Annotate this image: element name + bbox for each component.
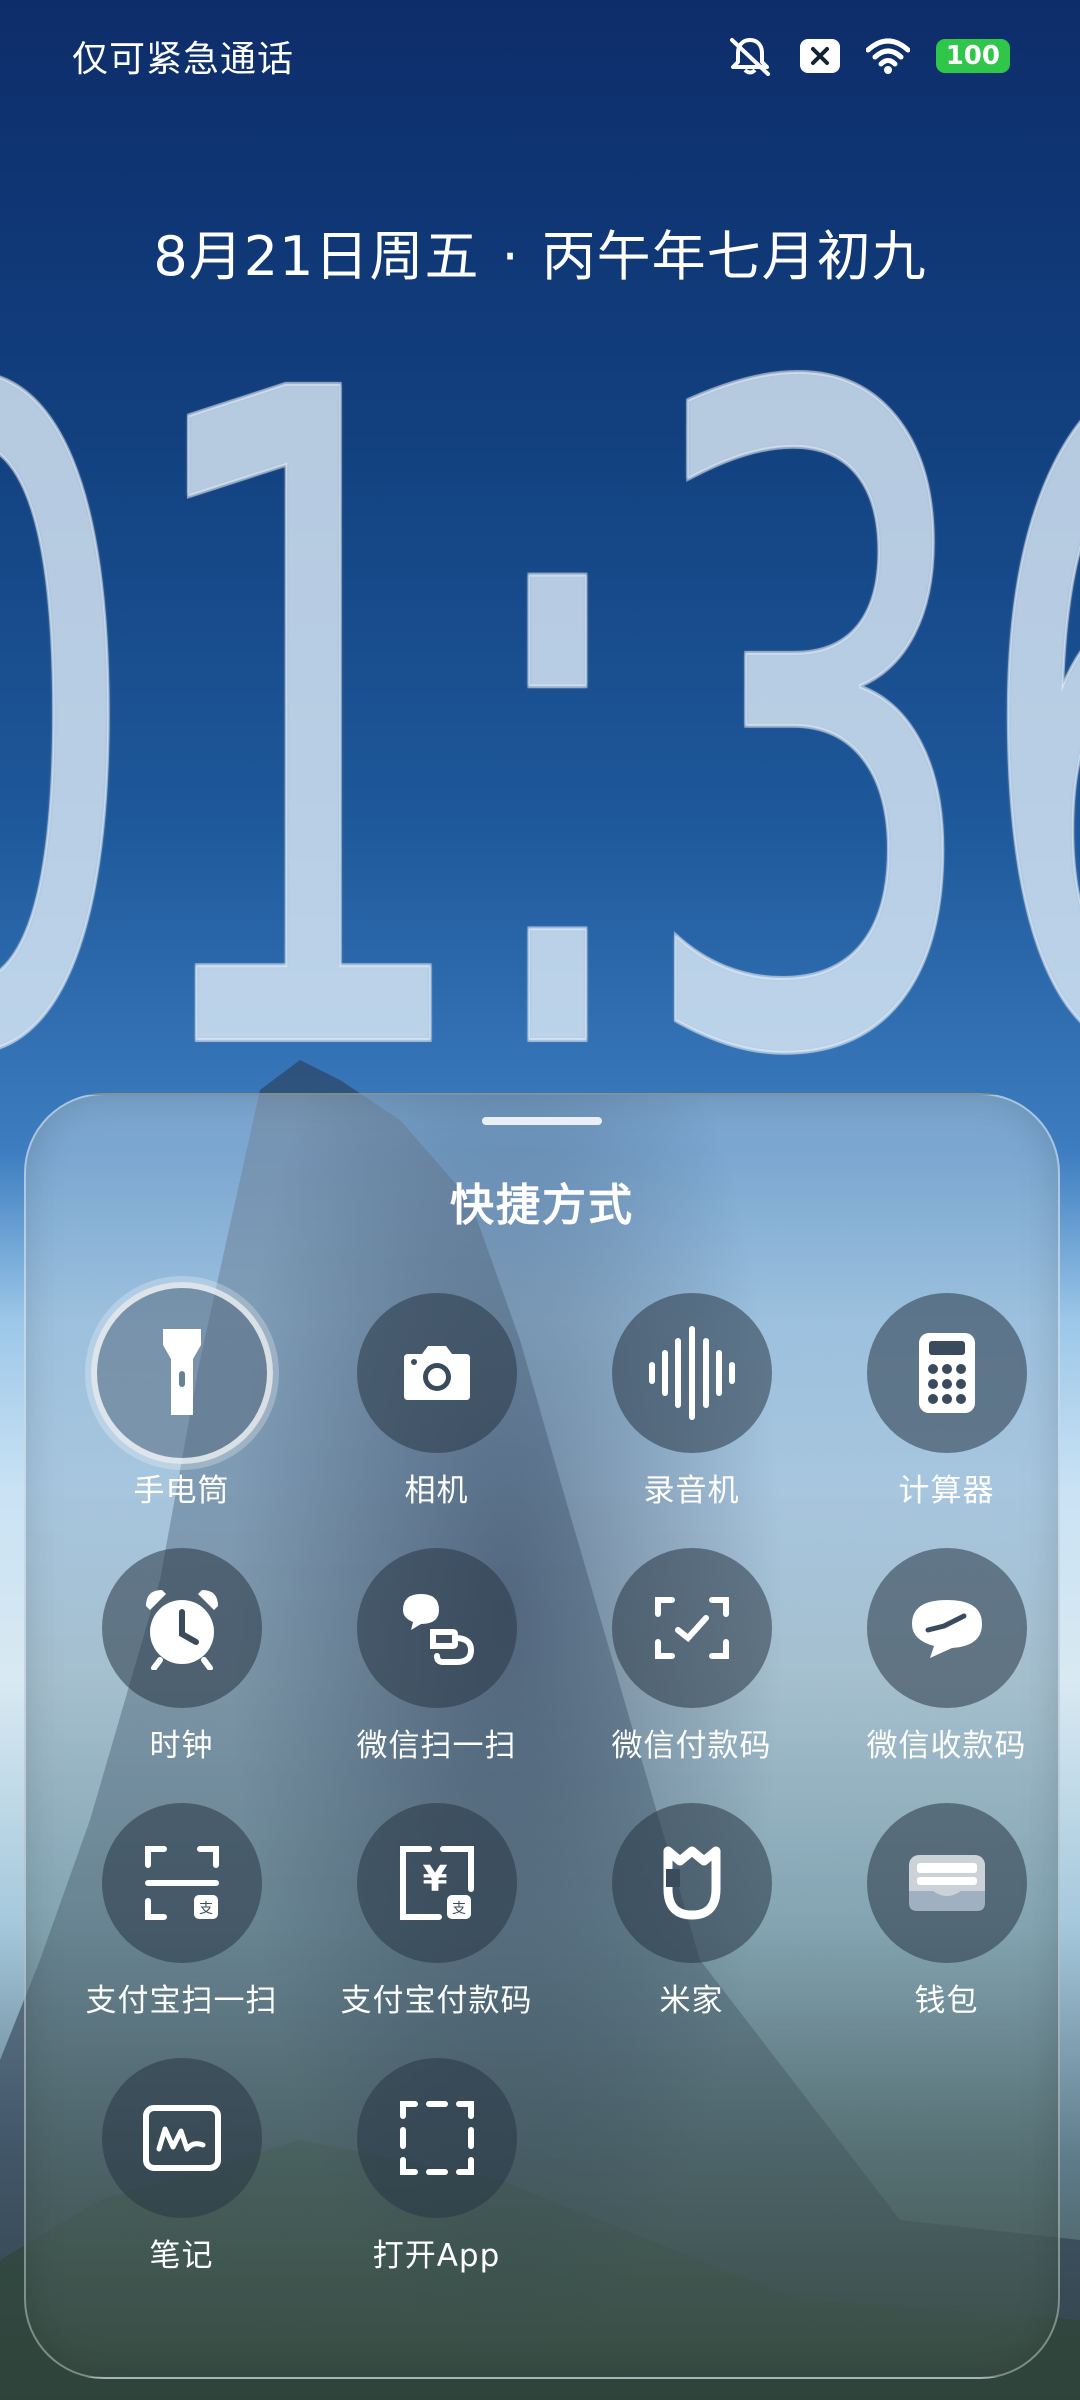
- open-app-icon: [399, 2100, 475, 2176]
- svg-text:支: 支: [199, 1901, 213, 1917]
- shortcut-label: 微信付款码: [611, 1728, 772, 1764]
- shortcut-flashlight[interactable]: 手电筒: [54, 1282, 309, 1523]
- shortcut-label: 计算器: [898, 1473, 995, 1509]
- alarm-clock-icon: [142, 1586, 222, 1670]
- alipay-pay-code-button[interactable]: ¥ 支: [356, 1803, 517, 1963]
- flashlight-button[interactable]: [90, 1282, 273, 1464]
- notes-button[interactable]: [101, 2058, 262, 2218]
- wechat-pay-code-button[interactable]: [611, 1548, 772, 1708]
- shortcut-label: 手电筒: [133, 1473, 230, 1509]
- panel-grab-handle[interactable]: [482, 1117, 602, 1125]
- shortcuts-panel: 快捷方式 手电筒 相机 录音机 计算器 时钟 微信扫一扫 微信付款码 微信收款码…: [24, 1093, 1060, 2379]
- panel-title: 快捷方式: [450, 1180, 634, 1231]
- svg-text:¥: ¥: [422, 1859, 447, 1900]
- shortcut-alipay-pay-code[interactable]: ¥ 支 支付宝付款码: [309, 1803, 564, 2033]
- shortcut-wechat-scan[interactable]: 微信扫一扫: [309, 1548, 564, 1778]
- shortcut-label: 支付宝扫一扫: [85, 1983, 278, 2019]
- calculator-icon: [917, 1331, 977, 1415]
- sim-off-icon: [799, 39, 840, 73]
- shortcut-label: 录音机: [643, 1473, 740, 1509]
- shortcut-alipay-scan[interactable]: 支 支付宝扫一扫: [54, 1803, 309, 2033]
- shortcut-recorder[interactable]: 录音机: [564, 1293, 819, 1523]
- alipay-scan-button[interactable]: 支: [101, 1803, 262, 1963]
- shortcut-label: 支付宝付款码: [340, 1983, 533, 2019]
- shortcut-label: 打开App: [372, 2238, 501, 2274]
- shortcut-wechat-pay-code[interactable]: 微信付款码: [564, 1548, 819, 1778]
- shortcut-label: 时钟: [149, 1728, 214, 1764]
- wifi-icon: [865, 38, 910, 74]
- shortcut-label: 米家: [659, 1983, 724, 2019]
- calculator-button[interactable]: [866, 1293, 1027, 1453]
- shortcut-wechat-receive-code[interactable]: 微信收款码: [819, 1548, 1058, 1778]
- shortcut-label: 微信扫一扫: [356, 1728, 517, 1764]
- flashlight-icon: [157, 1325, 207, 1421]
- shortcut-calculator[interactable]: 计算器: [819, 1293, 1058, 1523]
- battery-indicator: 100: [935, 39, 1010, 73]
- lock-clock: 01:36: [0, 206, 1080, 1253]
- wechat-scan-icon: [397, 1588, 477, 1668]
- wallet-button[interactable]: [866, 1803, 1027, 1963]
- status-bar: 仅可紧急通话 100: [0, 0, 1080, 110]
- mijia-icon: [660, 1845, 724, 1921]
- carrier-status-text: 仅可紧急通话: [72, 39, 295, 80]
- shortcut-label: 相机: [404, 1473, 469, 1509]
- camera-button[interactable]: [356, 1293, 517, 1453]
- lock-screen: 仅可紧急通话 100 8月21日周五 · 丙午年七月初九 1:3 快捷方式 手电…: [0, 0, 1080, 2400]
- shortcut-label: 笔记: [149, 2238, 214, 2274]
- wechat-scan-button[interactable]: [356, 1548, 517, 1708]
- svg-text:支: 支: [452, 1901, 466, 1917]
- mute-icon: [726, 36, 774, 76]
- shortcut-open-app[interactable]: 打开App: [309, 2058, 564, 2288]
- shortcut-mijia[interactable]: 米家: [564, 1803, 819, 2033]
- recorder-icon: [646, 1325, 738, 1421]
- recorder-button[interactable]: [611, 1293, 772, 1453]
- shortcut-camera[interactable]: 相机: [309, 1293, 564, 1523]
- clock-button[interactable]: [101, 1548, 262, 1708]
- alipay-pay-code-icon: ¥ 支: [399, 1845, 475, 1921]
- mijia-button[interactable]: [611, 1803, 772, 1963]
- wechat-receive-code-button[interactable]: [866, 1548, 1027, 1708]
- notes-icon: [142, 2105, 221, 2171]
- shortcut-notes[interactable]: 笔记: [54, 2058, 309, 2288]
- camera-icon: [400, 1344, 474, 1402]
- wallet-icon: [907, 1851, 987, 1915]
- wechat-receive-code-icon: [908, 1596, 986, 1660]
- alipay-scan-icon: 支: [144, 1845, 220, 1921]
- wechat-pay-code-icon: [654, 1596, 730, 1660]
- shortcut-label: 钱包: [914, 1983, 979, 2019]
- shortcut-clock[interactable]: 时钟: [54, 1548, 309, 1778]
- open-app-button[interactable]: [356, 2058, 517, 2218]
- shortcut-wallet[interactable]: 钱包: [819, 1803, 1058, 2033]
- shortcut-label: 微信收款码: [866, 1728, 1027, 1764]
- status-icons: 100: [726, 34, 1010, 78]
